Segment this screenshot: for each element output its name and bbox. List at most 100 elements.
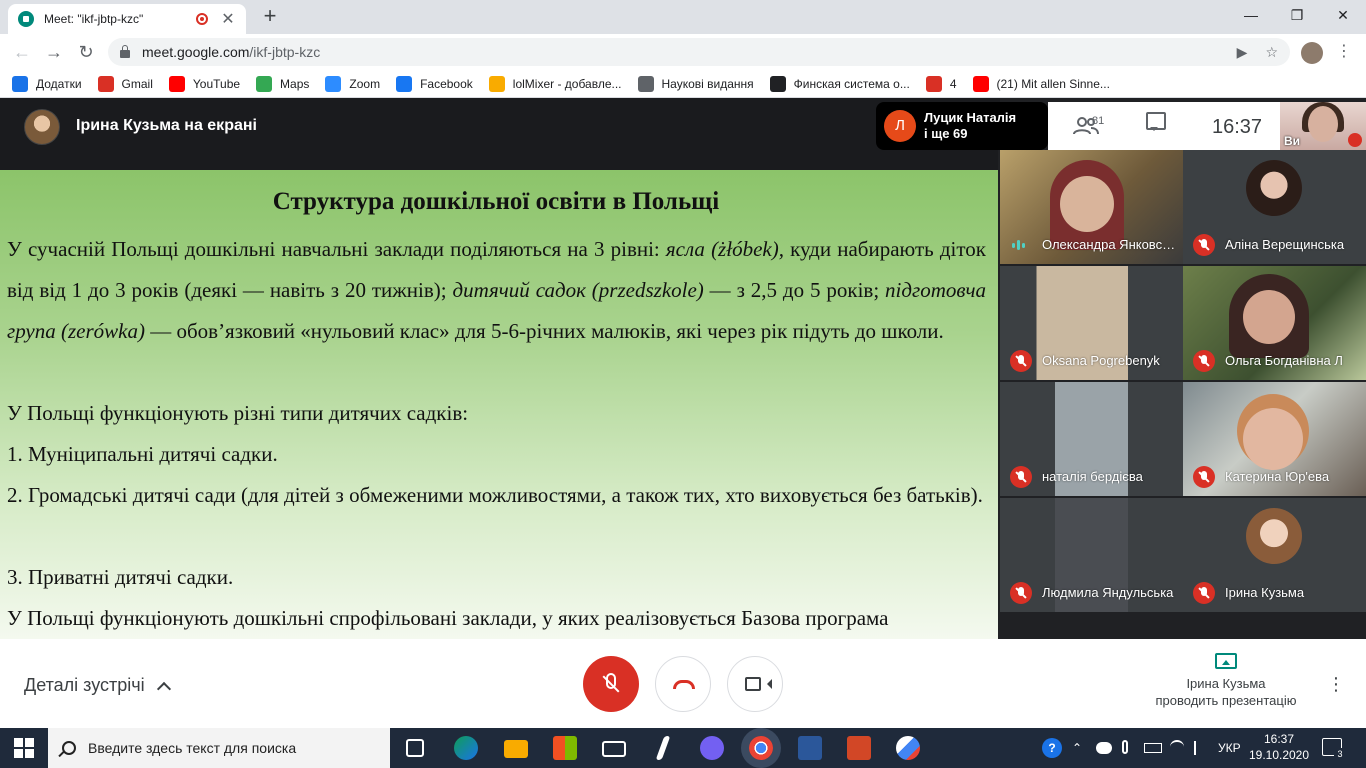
participant-name: Людмила Яндульська	[1042, 585, 1174, 600]
slide-item-1: 1. Муніципальні дитячі садки.	[7, 442, 278, 466]
participant-name: Олександра Янковська	[1042, 237, 1176, 252]
muted-mic-icon	[1193, 234, 1215, 256]
microphone-toggle-button[interactable]	[583, 656, 639, 712]
presenter-avatar	[24, 109, 60, 145]
bookmark-item[interactable]: lolMixer - добавле...	[488, 75, 622, 92]
windows-taskbar: Введите здесь текст для поиска ? ⌃ УКР 1…	[0, 728, 1366, 768]
youtube-icon	[972, 75, 989, 92]
muted-mic-icon	[1010, 350, 1032, 372]
browser-tab-strip: Meet: "ikf-jbtp-kzc" ✕ + — ❐ ✕	[0, 0, 1366, 34]
participant-name: Ольга Богданівна Л	[1225, 353, 1343, 368]
participant-name: Oksana Pogrebenyk	[1042, 353, 1160, 368]
speaking-indicator-icon	[1012, 240, 1028, 250]
profile-avatar[interactable]	[1301, 42, 1323, 64]
presenter-name: Ірина Кузьма	[1186, 676, 1266, 691]
taskbar-search[interactable]: Введите здесь текст для поиска	[48, 728, 390, 768]
bookmark-star-icon[interactable]: ☆	[1265, 44, 1278, 61]
bookmark-item[interactable]: Maps	[256, 75, 309, 92]
self-view-tile[interactable]: Ви	[1280, 102, 1366, 150]
bookmark-item[interactable]: Zoom	[325, 75, 381, 92]
journal-icon	[637, 75, 654, 92]
presentation-status-button[interactable]: Ірина Кузьма проводить презентацію	[1140, 653, 1312, 709]
window-minimize-button[interactable]: —	[1228, 0, 1274, 30]
self-face	[1308, 106, 1338, 142]
bookmark-item[interactable]: Додатки	[12, 75, 82, 92]
maps-pin-icon	[256, 75, 273, 92]
onedrive-icon[interactable]	[1096, 742, 1112, 754]
bookmark-item[interactable]: Финская система о...	[769, 75, 910, 92]
tab-close-icon[interactable]: ✕	[220, 9, 236, 29]
meeting-details-label: Деталі зустрічі	[24, 675, 145, 695]
bookmark-item[interactable]: 4	[925, 75, 957, 92]
slide-item-2: 2. Громадські дитячі сади (для дітей з о…	[7, 483, 983, 507]
slide-paragraph-levels: У сучасній Польщі дошкільні навчальні за…	[7, 237, 986, 343]
bookmark-item[interactable]: Наукові видання	[637, 75, 754, 92]
bookmark-item[interactable]: Facebook	[396, 75, 473, 92]
participant-grid: Олександра Янковська Аліна Верещинська O…	[998, 150, 1366, 639]
forward-button[interactable]: →	[40, 38, 68, 66]
back-button[interactable]: ←	[8, 38, 36, 66]
participant-tile-1[interactable]: Олександра Янковська	[1000, 150, 1183, 264]
browser-menu-icon[interactable]: ⋮	[1334, 40, 1354, 64]
battery-icon[interactable]	[1144, 743, 1162, 753]
new-tab-button[interactable]: +	[258, 4, 282, 30]
app-bolt-icon[interactable]	[655, 736, 671, 760]
tray-overflow-icon[interactable]: ⌃	[1072, 728, 1082, 768]
shared-slide: Структура дошкільної освіти в Польщі У с…	[0, 170, 998, 639]
paint-icon[interactable]	[896, 736, 920, 760]
bookmark-item[interactable]: YouTube	[168, 75, 240, 92]
reload-button[interactable]: ↻	[72, 38, 100, 66]
participant-tile-8[interactable]: Ірина Кузьма	[1183, 498, 1366, 612]
browser-tab-meet[interactable]: Meet: "ikf-jbtp-kzc" ✕	[8, 4, 246, 34]
camera-in-use-icon[interactable]: ▶	[1237, 44, 1248, 61]
participant-tile-7[interactable]: Людмила Яндульська	[1000, 498, 1183, 612]
address-bar[interactable]: meet.google.com /ikf-jbtp-kzc ▶ ☆	[108, 38, 1290, 66]
store-icon[interactable]	[553, 736, 577, 760]
leave-call-button[interactable]	[655, 656, 711, 712]
meet-controls-bar: Деталі зустрічі Ірина Кузьма проводить п…	[0, 639, 1366, 728]
slide-paragraph-types: У Польщі функціонують різні типи дитячих…	[7, 401, 469, 425]
chrome-icon[interactable]	[749, 736, 773, 760]
task-view-icon[interactable]	[406, 739, 424, 757]
chevron-up-icon	[156, 681, 171, 697]
volume-icon[interactable]	[1194, 741, 1204, 755]
participant-tile-2[interactable]: Аліна Верещинська	[1183, 150, 1366, 264]
bookmark-item[interactable]: (21) Mit allen Sinne...	[972, 75, 1110, 92]
bookmark-label: Додатки	[36, 76, 82, 91]
window-close-button[interactable]: ✕	[1320, 0, 1366, 30]
bookmark-label: Gmail	[121, 76, 153, 91]
chat-icon[interactable]	[1146, 112, 1166, 131]
viber-icon[interactable]	[700, 736, 724, 760]
speaker-name: Луцик Наталія	[924, 110, 1017, 125]
bookmark-item[interactable]: Gmail	[97, 75, 153, 92]
mail-icon[interactable]	[602, 741, 626, 757]
participant-tile-5[interactable]: наталія бердієва	[1000, 382, 1183, 496]
windows-start-icon[interactable]	[14, 738, 34, 758]
meeting-details-button[interactable]: Деталі зустрічі	[24, 675, 171, 697]
participant-tile-4[interactable]: Ольга Богданівна Л	[1183, 266, 1366, 380]
wifi-icon[interactable]	[1170, 740, 1184, 754]
window-maximize-button[interactable]: ❐	[1274, 0, 1320, 30]
presenter-status: проводить презентацію	[1155, 693, 1297, 708]
active-speaker-chip[interactable]: Л Луцик Наталія і ще 69	[876, 102, 1048, 150]
help-icon[interactable]: ?	[1042, 738, 1062, 758]
taskbar-search-placeholder: Введите здесь текст для поиска	[88, 740, 297, 756]
input-language[interactable]: УКР	[1218, 728, 1241, 768]
k-icon	[925, 75, 942, 92]
edge-icon[interactable]	[454, 736, 478, 760]
more-options-icon[interactable]: ⋮	[1326, 671, 1346, 697]
bookmark-label: Zoom	[349, 76, 381, 91]
powerpoint-icon[interactable]	[847, 736, 871, 760]
microphone-tray-icon[interactable]	[1122, 740, 1128, 754]
word-icon[interactable]	[798, 736, 822, 760]
system-clock[interactable]: 16:37 19.10.2020	[1248, 731, 1310, 763]
file-explorer-icon[interactable]	[504, 740, 528, 758]
participant-2-avatar	[1246, 160, 1302, 216]
hang-up-icon	[673, 680, 695, 689]
muted-mic-icon	[1193, 582, 1215, 604]
participant-tile-3[interactable]: Oksana Pogrebenyk	[1000, 266, 1183, 380]
participant-tile-6[interactable]: Катерина Юр'ева	[1183, 382, 1366, 496]
camera-toggle-button[interactable]	[727, 656, 783, 712]
lock-icon[interactable]	[120, 45, 130, 58]
presenting-label: Ірина Кузьма на екрані	[76, 117, 257, 134]
